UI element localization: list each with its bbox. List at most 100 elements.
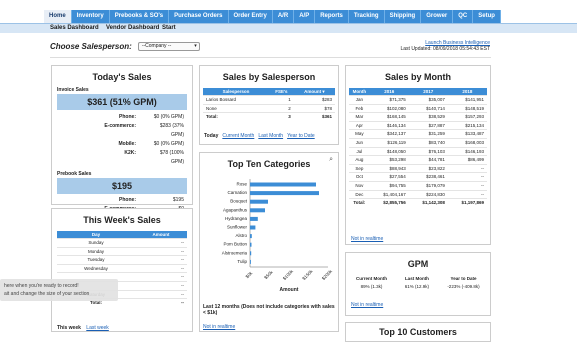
amount-cell: $78 bbox=[293, 103, 335, 113]
category-label: Bouquet bbox=[230, 199, 248, 204]
gpm-title: GPM bbox=[407, 259, 429, 269]
category-bar[interactable] bbox=[250, 199, 268, 204]
amount-cell: $1,404,167 bbox=[369, 189, 409, 199]
x-tick-label: $50k bbox=[263, 269, 274, 280]
subtab-sales-dashboard[interactable]: Sales Dashboard bbox=[50, 24, 99, 33]
gpm-header: Last Month bbox=[404, 276, 429, 282]
tab-inventory[interactable]: Inventory bbox=[71, 10, 110, 23]
month-cell: Aug bbox=[349, 155, 370, 165]
tab-shipping[interactable]: Shipping bbox=[384, 10, 422, 23]
month-cell: Feb bbox=[349, 103, 370, 113]
sub-nav: Sales Dashboard Vendor Dashboard Start bbox=[0, 23, 577, 33]
month-table: Month 2016 2017 2018 Jan $71,375 $35,007 $141,… bbox=[349, 88, 487, 207]
amount-cell: $146,193 bbox=[447, 146, 487, 156]
category-bar[interactable] bbox=[250, 191, 319, 196]
period-year-to-date[interactable]: Year to Date bbox=[287, 133, 315, 139]
zoom-icon[interactable]: ⌕ bbox=[329, 156, 333, 164]
amount-cell: $361 bbox=[293, 112, 335, 121]
subtab-vendor-dashboard[interactable]: Vendor Dashboard bbox=[106, 24, 159, 33]
category-label: Hydrangea bbox=[225, 216, 248, 221]
weeks-footer: This week Last week bbox=[57, 325, 109, 331]
chevron-down-icon: ▾ bbox=[194, 43, 197, 49]
gpm-header: Current Month bbox=[355, 276, 387, 282]
top-customers-card: Top 10 Customers bbox=[345, 322, 491, 342]
table-row: Wednesday -- bbox=[57, 263, 187, 273]
amount-cell: $157,293 bbox=[447, 112, 487, 122]
invoice-total: $361 (51% GPM) bbox=[57, 94, 187, 110]
tab-tracking[interactable]: Tracking bbox=[348, 10, 385, 23]
table-row: May $342,137 $31,259 $133,487 bbox=[349, 129, 487, 139]
month-realtime-link[interactable]: Not in realtime bbox=[351, 236, 383, 242]
amount-cell: $168,003 bbox=[447, 137, 487, 148]
month-cell: Jan bbox=[349, 95, 370, 105]
sales-by-salesperson-card: Sales by Salesperson Salesperson FSE's A… bbox=[199, 65, 339, 145]
categories-note: Last 12 months (Does not include categor… bbox=[203, 304, 335, 316]
category-bar[interactable] bbox=[250, 242, 252, 247]
tab-home[interactable]: Home bbox=[44, 10, 72, 23]
x-tick-label: $150k bbox=[301, 268, 314, 281]
tab-a-p[interactable]: A/P bbox=[294, 10, 316, 23]
gpm-realtime-link[interactable]: Not in realtime bbox=[351, 302, 383, 308]
table-row: Tuesday -- bbox=[57, 255, 187, 265]
amount-cell: -- bbox=[447, 163, 487, 173]
subtab-start[interactable]: Start bbox=[162, 24, 176, 33]
salesperson-cell: Larios Bossard bbox=[203, 95, 269, 105]
col-day: Day bbox=[57, 231, 135, 239]
salesperson-select[interactable]: --Company -- ▾ bbox=[137, 42, 200, 51]
day-cell: Monday bbox=[57, 246, 135, 256]
amount-cell: $53,298 bbox=[369, 155, 409, 165]
amount-cell: $168,145 bbox=[369, 112, 409, 122]
breakdown-value: $283 (37% GPM) bbox=[159, 123, 184, 138]
category-label: Tulip bbox=[237, 259, 247, 264]
category-bar[interactable] bbox=[250, 234, 252, 239]
categories-realtime-link[interactable]: Not in realtime bbox=[203, 324, 235, 330]
col-amount-sort[interactable]: Amount ▾ bbox=[293, 88, 335, 96]
tab-prebooks-so-s[interactable]: Prebooks & SO's bbox=[109, 10, 170, 23]
tab-a-r[interactable]: A/R bbox=[272, 10, 295, 23]
amount-cell: $83,740 bbox=[408, 137, 448, 148]
category-bar[interactable] bbox=[250, 182, 316, 187]
breakdown-label: K2K: bbox=[124, 150, 136, 156]
category-bar[interactable] bbox=[250, 251, 252, 256]
table-row: Total: 3 $361 bbox=[203, 112, 335, 121]
last-week-link[interactable]: Last week bbox=[86, 325, 109, 331]
tab-purchase-orders[interactable]: Purchase Orders bbox=[169, 10, 229, 23]
tab-reports[interactable]: Reports bbox=[315, 10, 349, 23]
category-label: Pom Button bbox=[223, 242, 247, 247]
invoice-sales-label: Invoice Sales bbox=[57, 87, 89, 93]
month-cell: May bbox=[349, 129, 370, 139]
table-row: Jan $71,375 $35,007 $141,951 bbox=[349, 95, 487, 105]
breakdown-label: Phone: bbox=[119, 197, 136, 203]
amount-cell: -- bbox=[135, 298, 187, 307]
amount-cell: $342,137 bbox=[369, 129, 409, 139]
category-bar[interactable] bbox=[250, 208, 265, 213]
month-cell: Jul bbox=[349, 146, 370, 156]
amount-cell: -- bbox=[135, 289, 187, 299]
main-nav: Home Inventory Prebooks & SO's Purchase Ord… bbox=[44, 10, 501, 23]
period-current-month[interactable]: Current Month bbox=[222, 133, 254, 139]
day-cell: Wednesday bbox=[57, 263, 135, 273]
tab-grower[interactable]: Grower bbox=[421, 10, 454, 23]
month-title: Sales by Month bbox=[384, 72, 451, 82]
breakdown-value: $0 (0% GPM) bbox=[153, 114, 184, 120]
amount-cell: $133,487 bbox=[447, 129, 487, 139]
sales-by-month-card: Sales by Month Month 2016 2017 2018 Jan $71,… bbox=[345, 65, 491, 245]
categories-chart: Rose Carnation Bouquet Agapanthus Hydrangea S… bbox=[222, 179, 334, 293]
gpm-value: -223% (-409.8k) bbox=[447, 283, 480, 289]
tab-setup[interactable]: Setup bbox=[473, 10, 501, 23]
last-updated: Last Updated: 08/09/2018 05:54:43 EST bbox=[400, 46, 490, 52]
period-last-month[interactable]: Last Month bbox=[258, 133, 283, 139]
category-bar[interactable] bbox=[250, 259, 251, 264]
tab-qc[interactable]: QC bbox=[453, 10, 474, 23]
category-bar[interactable] bbox=[250, 225, 256, 230]
month-cell: Dec bbox=[349, 189, 370, 199]
category-bar[interactable] bbox=[250, 216, 258, 221]
amount-cell: $146,134 bbox=[369, 120, 409, 130]
col-2017: 2017 bbox=[408, 88, 448, 96]
recording-tooltip: here when you're ready to record! ait an… bbox=[0, 279, 118, 301]
tab-order-entry[interactable]: Order Entry bbox=[228, 10, 273, 23]
month-cell: Total: bbox=[349, 198, 370, 207]
table-row: Apr $146,134 $27,887 $215,134 bbox=[349, 120, 487, 130]
salesperson-table: Salesperson FSE's Amount ▾ Larios Bossar… bbox=[203, 88, 335, 121]
salesperson-label: Choose Salesperson: bbox=[50, 42, 132, 51]
